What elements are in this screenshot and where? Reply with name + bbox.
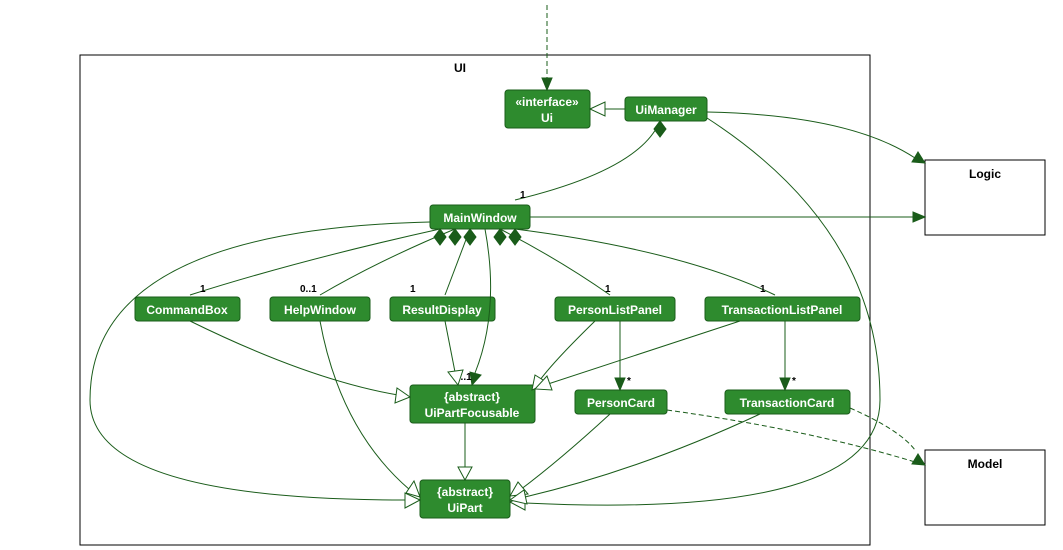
class-ui-name: Ui [541, 111, 553, 125]
class-helpwindow-name: HelpWindow [284, 303, 357, 317]
class-uipart-stereotype: {abstract} [437, 485, 493, 499]
arrow-mainwindow-logic [913, 212, 925, 222]
mult-resultdisplay: 1 [410, 284, 416, 295]
mult-transactionlistpanel: 1 [760, 284, 766, 295]
mult-personcard: * [627, 376, 631, 387]
class-uipartfocusable-name: UiPartFocusable [425, 406, 520, 420]
arrow-cards-model [912, 454, 925, 465]
mult-transactioncard: * [792, 376, 796, 387]
class-uipart-name: UiPart [447, 501, 482, 515]
package-model-label: Model [968, 457, 1003, 471]
class-transactioncard-name: TransactionCard [740, 396, 835, 410]
mult-helpwindow: 0..1 [300, 284, 317, 295]
class-personlistpanel-name: PersonListPanel [568, 303, 662, 317]
class-ui-stereotype: «interface» [515, 95, 579, 109]
class-uipartfocusable-stereotype: {abstract} [444, 390, 500, 404]
mult-personlistpanel: 1 [605, 284, 611, 295]
class-uimanager-name: UiManager [635, 103, 697, 117]
class-commandbox-name: CommandBox [146, 303, 228, 317]
package-logic-label: Logic [969, 167, 1001, 181]
uml-diagram: UI Logic Model «interface» Ui UiManager … [0, 0, 1063, 550]
class-personcard-name: PersonCard [587, 396, 655, 410]
mult-commandbox: 1 [200, 284, 206, 295]
class-transactionlistpanel-name: TransactionListPanel [722, 303, 843, 317]
package-ui-label: UI [454, 61, 466, 75]
mult-mainwindow: 1 [520, 190, 526, 201]
class-mainwindow-name: MainWindow [443, 211, 517, 225]
class-resultdisplay-name: ResultDisplay [402, 303, 482, 317]
